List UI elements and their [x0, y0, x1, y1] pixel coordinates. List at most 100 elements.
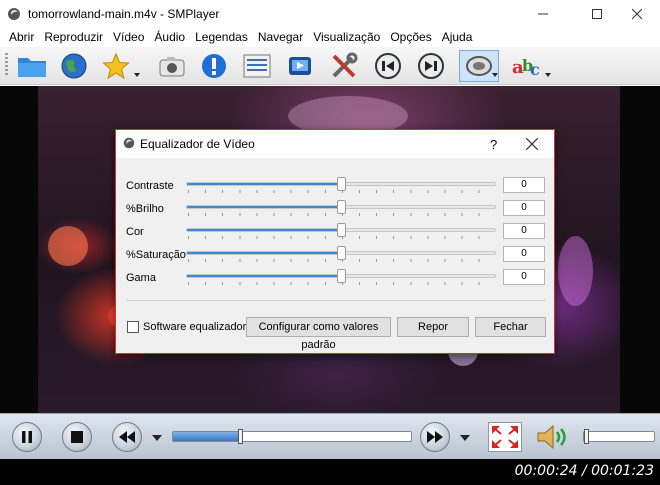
fullscreen-arrows-icon [492, 426, 518, 448]
gamma-slider[interactable] [186, 269, 496, 283]
menu-opcoes[interactable]: Opções [385, 28, 436, 47]
gamma-label: Gama [126, 272, 156, 284]
favorites-star-icon[interactable] [100, 50, 132, 82]
menu-reproduzir[interactable]: Reproduzir [39, 28, 108, 47]
dialog-separator [126, 300, 546, 301]
saturation-value[interactable]: 0 [503, 246, 545, 262]
volume-handle[interactable] [583, 429, 589, 444]
seek-bar[interactable] [172, 429, 412, 444]
menu-video[interactable]: Vídeo [108, 28, 149, 47]
brightness-slider[interactable] [186, 200, 496, 214]
color-label: Cor [126, 226, 144, 238]
screenshot-camera-icon[interactable] [156, 50, 188, 82]
color-slider-fill [187, 229, 341, 231]
stage-light [558, 236, 593, 306]
menu-legendas[interactable]: Legendas [190, 28, 253, 47]
contrast-value[interactable]: 0 [503, 177, 545, 193]
software-equalizer-label[interactable]: Software equalizador [143, 321, 246, 333]
stop-icon [71, 431, 83, 443]
rewind-dropdown-icon[interactable] [152, 435, 162, 441]
brightness-slider-fill [187, 206, 341, 208]
info-icon[interactable] [198, 50, 230, 82]
saturation-row: %Saturação 0 [126, 246, 546, 266]
equalizer-dropdown-icon[interactable] [492, 73, 498, 77]
svg-text:c: c [530, 60, 540, 79]
saturation-slider-fill [187, 252, 341, 254]
video-equalizer-dialog: Equalizador de Vídeo ? Contraste 0 %Bril… [115, 129, 555, 354]
software-equalizer-checkbox[interactable] [127, 321, 139, 333]
equalizer-icon[interactable] [459, 50, 499, 82]
previous-chapter-icon[interactable] [372, 50, 404, 82]
saturation-label: %Saturação [126, 249, 186, 261]
minimize-icon[interactable] [520, 0, 566, 28]
brightness-slider-handle[interactable] [337, 200, 346, 214]
fullscreen-button[interactable] [488, 422, 522, 452]
gamma-slider-handle[interactable] [337, 269, 346, 283]
next-chapter-icon[interactable] [415, 50, 447, 82]
menu-ajuda[interactable]: Ajuda [437, 28, 478, 47]
set-defaults-button[interactable]: Configurar como valores padrão [246, 317, 391, 351]
gamma-value[interactable]: 0 [503, 269, 545, 285]
brightness-label: %Brilho [126, 203, 164, 215]
menu-abrir[interactable]: Abrir [4, 28, 39, 47]
gamma-row: Gama 0 [126, 269, 546, 289]
color-slider[interactable] [186, 223, 496, 237]
menu-navegar[interactable]: Navegar [253, 28, 308, 47]
contrast-slider[interactable] [186, 177, 496, 191]
reset-button[interactable]: Repor [397, 317, 469, 337]
open-url-globe-icon[interactable] [58, 50, 90, 82]
close-button[interactable]: Fechar [475, 317, 546, 337]
smplayer-icon [8, 8, 20, 20]
dialog-title: Equalizador de Vídeo [140, 137, 255, 151]
seek-progress [173, 432, 243, 441]
rewind-button[interactable] [112, 422, 142, 452]
pause-button[interactable] [12, 422, 42, 452]
menu-visualizacao[interactable]: Visualização [308, 28, 385, 47]
color-value[interactable]: 0 [503, 223, 545, 239]
contrast-ticks [188, 190, 496, 193]
toolbar-grip[interactable] [5, 53, 8, 77]
dialog-close-icon[interactable] [525, 137, 539, 153]
open-folder-icon[interactable] [16, 50, 48, 82]
status-bar: 00:00:24 / 00:01:23 [0, 459, 660, 485]
color-ticks [188, 236, 496, 239]
contrast-slider-fill [187, 183, 341, 185]
control-bar [0, 413, 660, 459]
pause-icon [22, 431, 32, 443]
stop-button[interactable] [62, 422, 92, 452]
favorites-dropdown-icon[interactable] [134, 73, 140, 77]
color-slider-handle[interactable] [337, 223, 346, 237]
preferences-tools-icon[interactable] [328, 50, 360, 82]
saturation-slider-handle[interactable] [337, 246, 346, 260]
playlist-icon[interactable] [241, 50, 273, 82]
gamma-slider-fill [187, 275, 341, 277]
help-button[interactable]: ? [490, 137, 497, 152]
subtitles-dropdown-icon[interactable] [545, 73, 551, 77]
forward-icon [427, 431, 443, 443]
brightness-row: %Brilho 0 [126, 200, 546, 220]
volume-slider[interactable] [583, 429, 655, 444]
close-icon[interactable] [614, 0, 660, 28]
brightness-value[interactable]: 0 [503, 200, 545, 216]
seek-handle[interactable] [238, 429, 244, 444]
volume-speaker-icon[interactable] [536, 423, 572, 454]
contrast-label: Contraste [126, 180, 174, 192]
subtitles-abc-icon[interactable]: abc [510, 50, 542, 82]
forward-button[interactable] [420, 422, 450, 452]
saturation-ticks [188, 259, 496, 262]
stage-light [48, 226, 88, 266]
gamma-ticks [188, 282, 496, 285]
time-display: 00:00:24 / 00:01:23 [514, 463, 654, 479]
smplayer-icon [123, 137, 135, 149]
rewind-icon [119, 431, 135, 443]
saturation-slider[interactable] [186, 246, 496, 260]
menu-audio[interactable]: Áudio [149, 28, 190, 47]
contrast-row: Contraste 0 [126, 177, 546, 197]
forward-dropdown-icon[interactable] [460, 435, 470, 441]
brightness-ticks [188, 213, 496, 216]
fullscreen-icon[interactable] [284, 50, 316, 82]
color-row: Cor 0 [126, 223, 546, 243]
window-titlebar: tomorrowland-main.m4v - SMPlayer [0, 0, 660, 28]
menu-bar: Abrir Reproduzir Vídeo Áudio Legendas Na… [0, 28, 660, 47]
contrast-slider-handle[interactable] [337, 177, 346, 191]
